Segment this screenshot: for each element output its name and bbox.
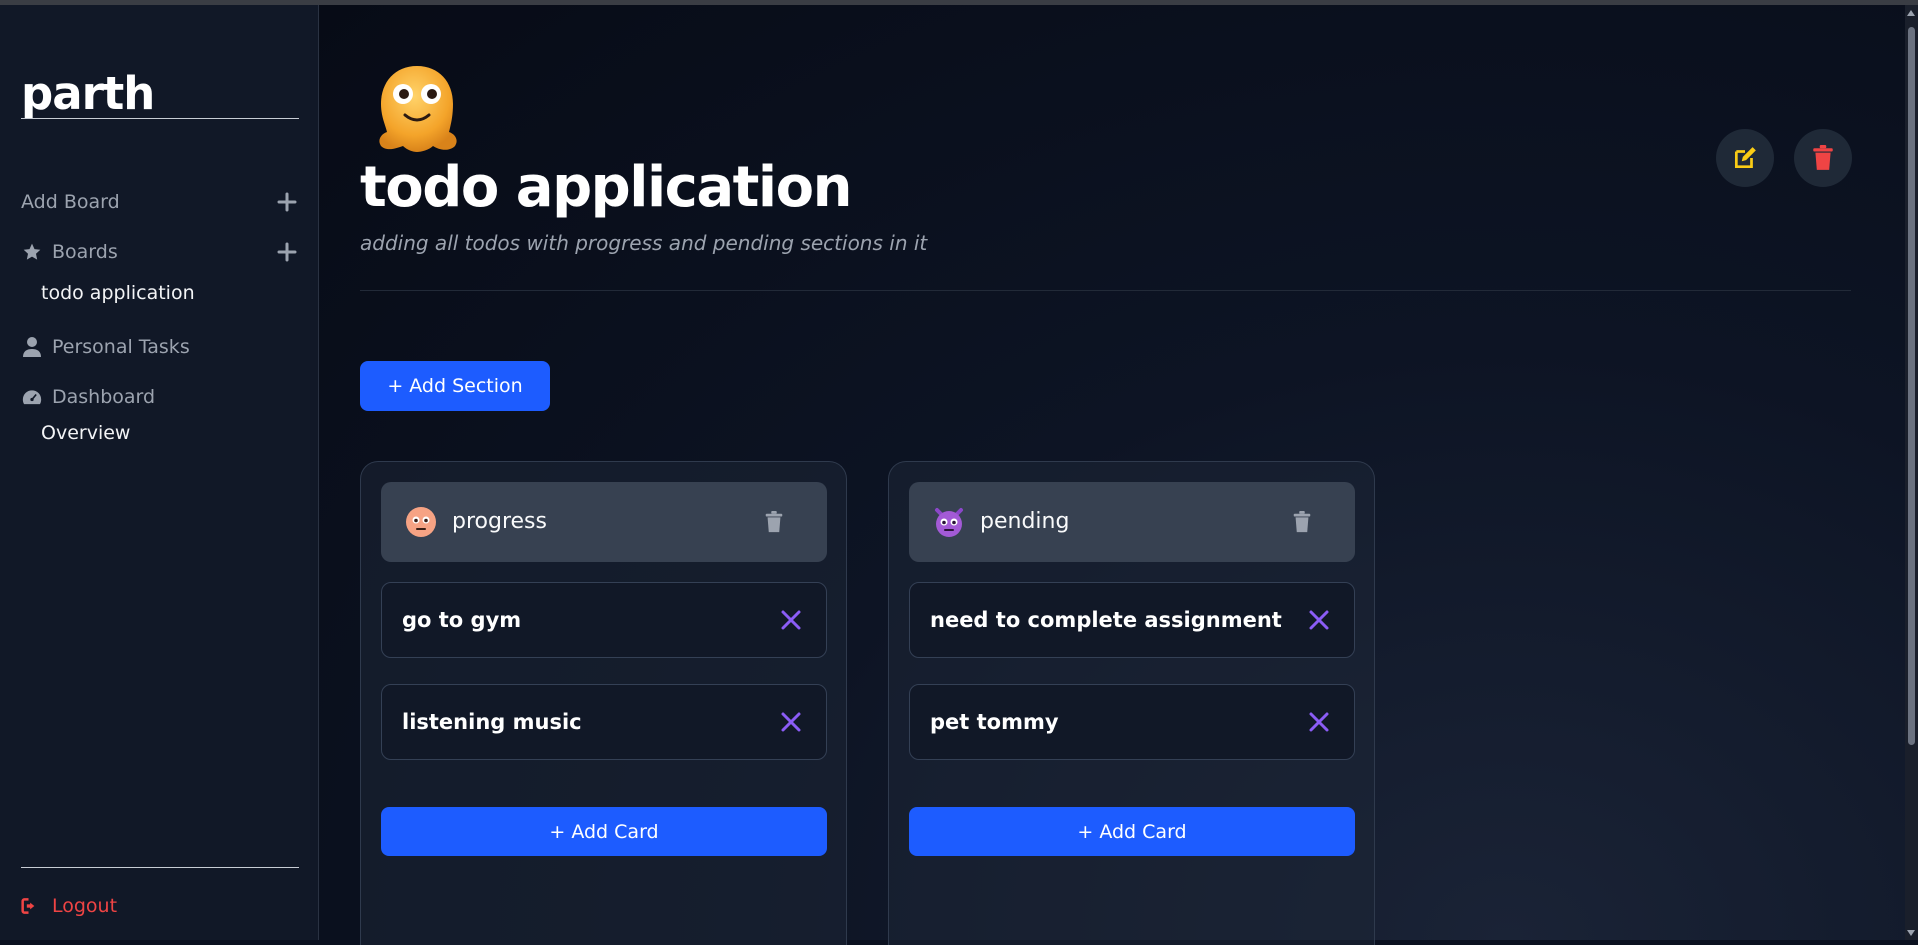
section-title[interactable]: pending (980, 506, 1069, 538)
task-card[interactable]: need to complete assignment (909, 582, 1355, 658)
sidebar-item-personal-tasks[interactable]: Personal Tasks (21, 332, 299, 362)
personal-tasks-label: Personal Tasks (52, 336, 190, 358)
section-progress: progress go to gym listening music + Add… (360, 461, 847, 945)
task-card-title: listening music (402, 710, 582, 734)
task-card-title: go to gym (402, 608, 522, 632)
scroll-down-arrow-icon[interactable] (1907, 930, 1915, 936)
board-emoji-icon (379, 66, 457, 152)
delete-board-button[interactable] (1794, 129, 1852, 187)
board-main: todo application adding all todos with p… (319, 5, 1905, 945)
header-divider (360, 290, 1851, 291)
section-title[interactable]: progress (452, 506, 547, 538)
vertical-scrollbar[interactable] (1905, 5, 1918, 940)
star-icon (21, 241, 43, 263)
edit-icon (1734, 147, 1756, 169)
plus-icon[interactable] (275, 190, 299, 214)
user-icon (21, 336, 43, 358)
purple-devil-face-emoji-icon[interactable] (933, 506, 965, 538)
sidebar-bottom-divider (21, 867, 299, 868)
task-card-title: pet tommy (930, 710, 1059, 734)
sad-face-emoji-icon[interactable] (405, 506, 437, 538)
board-description: adding all todos with progress and pendi… (360, 231, 928, 255)
sidebar: parth Add Board Boards todo application … (0, 5, 319, 940)
logout-label: Logout (52, 895, 118, 917)
trash-icon[interactable] (1291, 511, 1313, 533)
plus-icon[interactable] (275, 240, 299, 264)
add-section-button[interactable]: + Add Section (360, 361, 550, 411)
close-icon[interactable] (1308, 609, 1330, 631)
section-header: progress (381, 482, 827, 562)
scroll-up-arrow-icon[interactable] (1907, 10, 1915, 16)
boards-label: Boards (52, 241, 118, 263)
sidebar-divider (21, 118, 299, 119)
edit-board-button[interactable] (1716, 129, 1774, 187)
task-card[interactable]: go to gym (381, 582, 827, 658)
task-card[interactable]: listening music (381, 684, 827, 760)
close-icon[interactable] (1308, 711, 1330, 733)
trash-icon (1813, 145, 1833, 170)
close-icon[interactable] (780, 609, 802, 631)
section-header: pending (909, 482, 1355, 562)
close-icon[interactable] (780, 711, 802, 733)
sidebar-item-todo-application[interactable]: todo application (41, 282, 195, 304)
sidebar-item-dashboard[interactable]: Dashboard (21, 382, 299, 412)
add-card-button[interactable]: + Add Card (381, 807, 827, 856)
sidebar-item-add-board[interactable]: Add Board (21, 187, 299, 217)
board-title: todo application (360, 155, 852, 220)
gauge-icon (21, 386, 43, 408)
section-pending: pending need to complete assignment pet … (888, 461, 1375, 945)
brand-name: parth (21, 67, 155, 120)
sidebar-item-overview[interactable]: Overview (41, 422, 130, 444)
logout-button[interactable]: Logout (21, 895, 117, 917)
trash-icon[interactable] (763, 511, 785, 533)
dashboard-label: Dashboard (52, 386, 156, 408)
sidebar-item-boards[interactable]: Boards (21, 237, 299, 267)
add-board-label: Add Board (21, 191, 120, 213)
task-card[interactable]: pet tommy (909, 684, 1355, 760)
sign-out-icon (21, 895, 43, 917)
add-card-button[interactable]: + Add Card (909, 807, 1355, 856)
task-card-title: need to complete assignment (930, 608, 1282, 632)
scrollbar-thumb[interactable] (1908, 27, 1915, 745)
